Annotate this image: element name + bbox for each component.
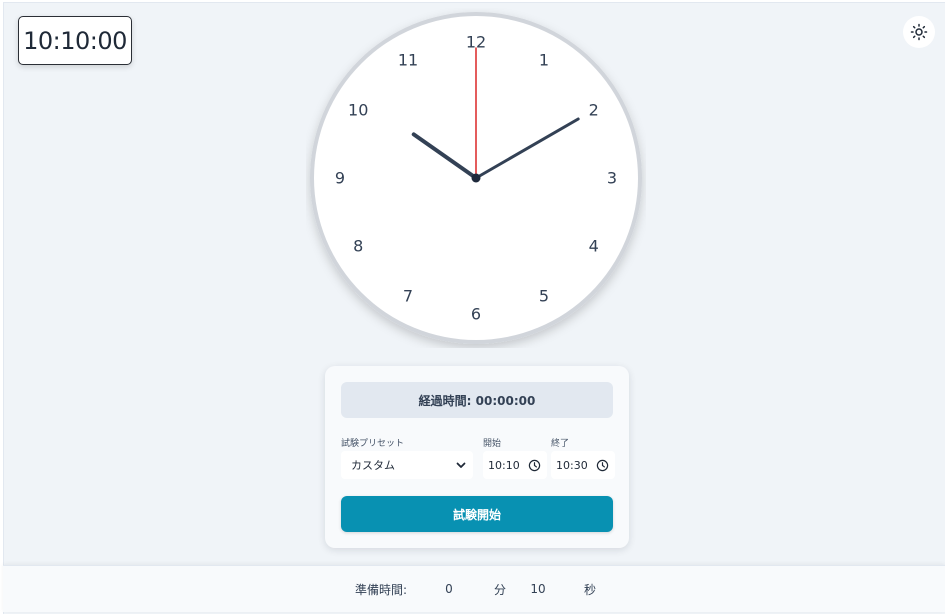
clock-numeral-10: 10: [348, 101, 368, 120]
exam-control-panel: 経過時間: 00:00:00 試験プリセット 開始 終了 カスタム 10:10 …: [325, 366, 629, 548]
minutes-unit-label: 分: [494, 583, 507, 597]
clock-numeral-11: 11: [398, 51, 418, 70]
clock-numeral-7: 7: [403, 286, 413, 305]
end-time-input[interactable]: 10:30: [551, 451, 615, 479]
clock-numeral-1: 1: [539, 51, 549, 70]
app-background: 10:10:00 12 1 2 3 4 5 6 7 8 9 10 11 経過時間…: [3, 2, 945, 614]
analog-clock: 12 1 2 3 4 5 6 7 8 9 10 11: [306, 8, 646, 348]
prep-time-footer: 準備時間: 0 分 10 秒: [3, 565, 945, 612]
preset-label: 試験プリセット: [341, 439, 405, 449]
prep-minutes-input[interactable]: 0: [424, 575, 474, 603]
clock-numeral-4: 4: [589, 237, 599, 256]
clock-icon: [596, 459, 609, 471]
sun-icon: [910, 23, 928, 41]
elapsed-time-display: 経過時間: 00:00:00: [341, 382, 613, 418]
prep-time-label: 準備時間:: [355, 583, 408, 597]
preset-value: カスタム: [351, 459, 395, 472]
clock-numeral-6: 6: [471, 305, 481, 324]
clock-numeral-3: 3: [607, 169, 617, 188]
analog-clock-face: 121234567891011: [310, 12, 642, 344]
end-time-value: 10:30: [556, 458, 588, 472]
digital-clock: 10:10:00: [18, 16, 132, 65]
chevron-down-icon: [456, 462, 466, 468]
clock-numeral-9: 9: [335, 169, 345, 188]
prep-seconds-input[interactable]: 10: [513, 575, 563, 603]
start-time-input[interactable]: 10:10: [483, 451, 547, 479]
clock-numeral-2: 2: [589, 101, 599, 120]
exam-preset-select[interactable]: カスタム: [341, 451, 473, 479]
clock-icon: [528, 459, 541, 471]
clock-center-pin: [471, 173, 481, 183]
start-time-value: 10:10: [488, 458, 520, 472]
start-time-label: 開始: [483, 439, 502, 449]
clock-numeral-8: 8: [353, 237, 363, 256]
clock-numeral-5: 5: [539, 286, 549, 305]
start-exam-button[interactable]: 試験開始: [341, 496, 613, 532]
end-time-label: 終了: [551, 439, 570, 449]
theme-toggle-button[interactable]: [903, 16, 935, 48]
seconds-unit-label: 秒: [584, 583, 597, 597]
